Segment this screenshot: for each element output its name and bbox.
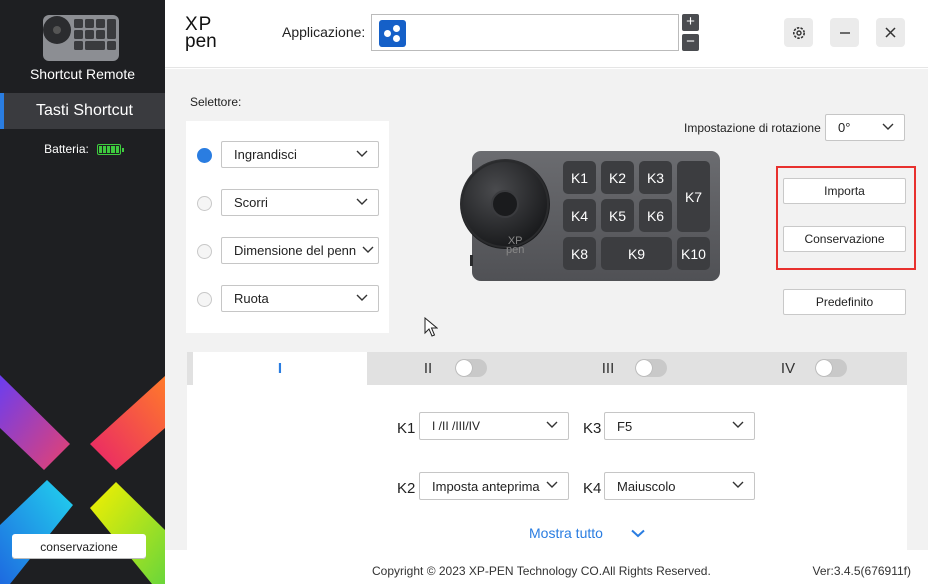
chevron-down-icon bbox=[356, 150, 368, 157]
selector-radio-1[interactable] bbox=[197, 148, 212, 163]
import-button[interactable]: Importa bbox=[783, 178, 906, 204]
battery-full-icon bbox=[96, 143, 124, 155]
battery-label: Batteria: bbox=[44, 142, 89, 156]
selector-radio-3[interactable] bbox=[197, 244, 212, 259]
tab-label: IV bbox=[780, 360, 796, 377]
footer: Copyright © 2023 XP-PEN Technology CO.Al… bbox=[165, 550, 928, 584]
device-key-k3[interactable]: K3 bbox=[639, 161, 672, 194]
rotation-value: 0° bbox=[838, 120, 851, 135]
selector-dropdown-2[interactable]: Scorri bbox=[221, 189, 379, 216]
key-label-k1: K1 bbox=[397, 420, 416, 437]
device-key-k10[interactable]: K10 bbox=[677, 237, 710, 270]
battery-status: Batteria: bbox=[0, 142, 165, 156]
version-text: Ver:3.4.5(676911f) bbox=[812, 564, 911, 578]
device-key-k4[interactable]: K4 bbox=[563, 199, 596, 232]
device-logo: XP pen bbox=[506, 236, 525, 256]
sidebar-item-shortcut-keys[interactable]: Tasti Shortcut bbox=[0, 93, 165, 129]
chevron-down-icon bbox=[356, 198, 368, 205]
selector-panel: Ingrandisci Scorri Dimensione del penn R… bbox=[186, 121, 389, 333]
application-select[interactable] bbox=[371, 14, 679, 51]
selector-radio-4[interactable] bbox=[197, 292, 212, 307]
rotation-dropdown[interactable]: 0° bbox=[825, 114, 905, 141]
header: XP pen Applicazione: + − bbox=[165, 0, 928, 68]
remove-application-button[interactable]: − bbox=[682, 34, 699, 51]
selector-dropdown-1[interactable]: Ingrandisci bbox=[221, 141, 379, 168]
selector-dropdown-4[interactable]: Ruota bbox=[221, 285, 379, 312]
chevron-down-icon bbox=[882, 123, 894, 130]
close-button[interactable] bbox=[876, 18, 905, 47]
key-k2-value: Imposta anteprima bbox=[432, 478, 540, 494]
selector-value: Scorri bbox=[234, 195, 268, 210]
chevron-down-icon bbox=[546, 421, 558, 428]
selector-value: Ingrandisci bbox=[234, 147, 297, 162]
save-button[interactable]: Conservazione bbox=[783, 226, 906, 252]
close-icon bbox=[885, 27, 896, 38]
application-label: Applicazione: bbox=[282, 24, 366, 40]
selector-label: Selettore: bbox=[190, 95, 242, 109]
chevron-down-icon bbox=[732, 481, 744, 488]
default-button[interactable]: Predefinito bbox=[783, 289, 906, 315]
key-label-k3: K3 bbox=[583, 420, 602, 437]
minimize-icon bbox=[839, 31, 850, 34]
gear-icon bbox=[792, 26, 805, 39]
device-key-k5[interactable]: K5 bbox=[601, 199, 634, 232]
tab-label: I bbox=[277, 360, 283, 377]
mouse-cursor-icon bbox=[424, 317, 438, 337]
device-key-k2[interactable]: K2 bbox=[601, 161, 634, 194]
selector-value: Ruota bbox=[234, 291, 269, 306]
sidebar-item-label: Tasti Shortcut bbox=[36, 102, 133, 119]
key-label-k2: K2 bbox=[397, 480, 416, 497]
device-key-k9[interactable]: K9 bbox=[601, 237, 672, 270]
tab-label: III bbox=[601, 360, 615, 377]
sidebar: Shortcut Remote Tasti Shortcut Batteria:… bbox=[0, 0, 165, 584]
tab-label: II bbox=[423, 360, 433, 377]
copyright-text: Copyright © 2023 XP-PEN Technology CO.Al… bbox=[372, 564, 711, 578]
device-key-k8[interactable]: K8 bbox=[563, 237, 596, 270]
show-all-label: Mostra tutto bbox=[529, 525, 603, 541]
selector-radio-2[interactable] bbox=[197, 196, 212, 211]
chevron-down-icon bbox=[631, 529, 645, 537]
profile-save-button[interactable]: conservazione bbox=[12, 534, 146, 559]
key-assignment-panel: K1 I /II /III/IV K3 F5 K2 Imposta antepr… bbox=[187, 385, 907, 550]
key-k4-value: Maiuscolo bbox=[617, 478, 676, 494]
xp-pen-logo: XP pen bbox=[185, 15, 225, 52]
main-content: Selettore: Ingrandisci Scorri Dimensione… bbox=[165, 69, 928, 550]
key-k1-dropdown[interactable]: I /II /III/IV bbox=[419, 412, 569, 440]
key-k2-dropdown[interactable]: Imposta anteprima bbox=[419, 472, 569, 500]
logo-line-2: pen bbox=[185, 31, 217, 52]
chevron-down-icon bbox=[356, 294, 368, 301]
key-k1-value: I /II /III/IV bbox=[432, 419, 481, 433]
device-name: Shortcut Remote bbox=[29, 66, 136, 82]
shortcut-remote-diagram: XP pen K1 K2 K3 K7 K4 K5 K6 K8 K9 K10 bbox=[455, 147, 720, 287]
tab-set-4-toggle[interactable] bbox=[815, 359, 847, 377]
tab-set-2-toggle[interactable] bbox=[455, 359, 487, 377]
tab-set-3-toggle[interactable] bbox=[635, 359, 667, 377]
chevron-down-icon bbox=[546, 481, 558, 488]
device-key-k1[interactable]: K1 bbox=[563, 161, 596, 194]
rotation-label: Impostazione di rotazione bbox=[684, 121, 821, 135]
settings-button[interactable] bbox=[784, 18, 813, 47]
chevron-down-icon bbox=[732, 421, 744, 428]
device-key-k7[interactable]: K7 bbox=[677, 161, 710, 232]
device-logo-line-2: pen bbox=[506, 244, 525, 256]
key-k3-value: F5 bbox=[617, 418, 633, 434]
device-thumbnail-icon bbox=[43, 15, 119, 61]
add-application-button[interactable]: + bbox=[682, 14, 699, 31]
all-apps-icon[interactable] bbox=[379, 20, 406, 47]
minimize-button[interactable] bbox=[830, 18, 859, 47]
key-label-k4: K4 bbox=[583, 480, 602, 497]
show-all-link[interactable]: Mostra tutto bbox=[529, 525, 645, 541]
device-key-k6[interactable]: K6 bbox=[639, 199, 672, 232]
tab-set-1[interactable]: I bbox=[193, 352, 367, 385]
key-k3-dropdown[interactable]: F5 bbox=[604, 412, 755, 440]
key-set-tabs: I II III IV bbox=[187, 352, 907, 385]
chevron-down-icon bbox=[362, 246, 374, 253]
key-k4-dropdown[interactable]: Maiuscolo bbox=[604, 472, 755, 500]
selector-dropdown-3[interactable]: Dimensione del penn bbox=[221, 237, 379, 264]
selector-value: Dimensione del penn bbox=[234, 243, 356, 258]
